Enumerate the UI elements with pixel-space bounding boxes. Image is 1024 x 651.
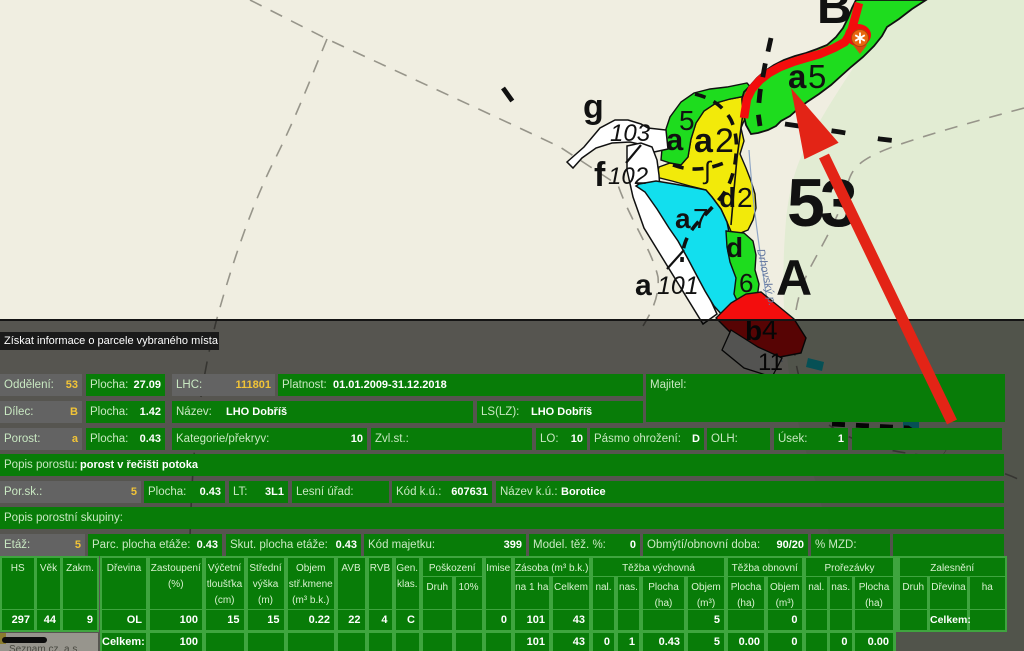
svg-text:a: a	[635, 269, 652, 302]
svg-text:103: 103	[610, 120, 651, 147]
svg-text:5: 5	[808, 58, 826, 95]
svg-text:5: 5	[679, 105, 695, 136]
svg-text:d: d	[719, 182, 736, 213]
svg-text:g: g	[583, 88, 604, 126]
svg-text:7: 7	[693, 203, 709, 234]
svg-text:102: 102	[608, 163, 648, 190]
svg-text:53: 53	[787, 165, 856, 241]
svg-text:2: 2	[737, 182, 753, 213]
svg-text:a: a	[675, 203, 691, 234]
svg-text:a: a	[694, 122, 714, 160]
svg-text:A: A	[776, 250, 812, 306]
svg-text:f: f	[594, 156, 606, 194]
svg-text:a: a	[788, 58, 807, 95]
svg-text:∫: ∫	[702, 157, 712, 185]
svg-text:B: B	[817, 0, 852, 34]
svg-text:2: 2	[715, 122, 734, 160]
svg-text:101: 101	[657, 272, 699, 300]
svg-text:d: d	[726, 232, 743, 263]
svg-text:6: 6	[739, 268, 753, 298]
